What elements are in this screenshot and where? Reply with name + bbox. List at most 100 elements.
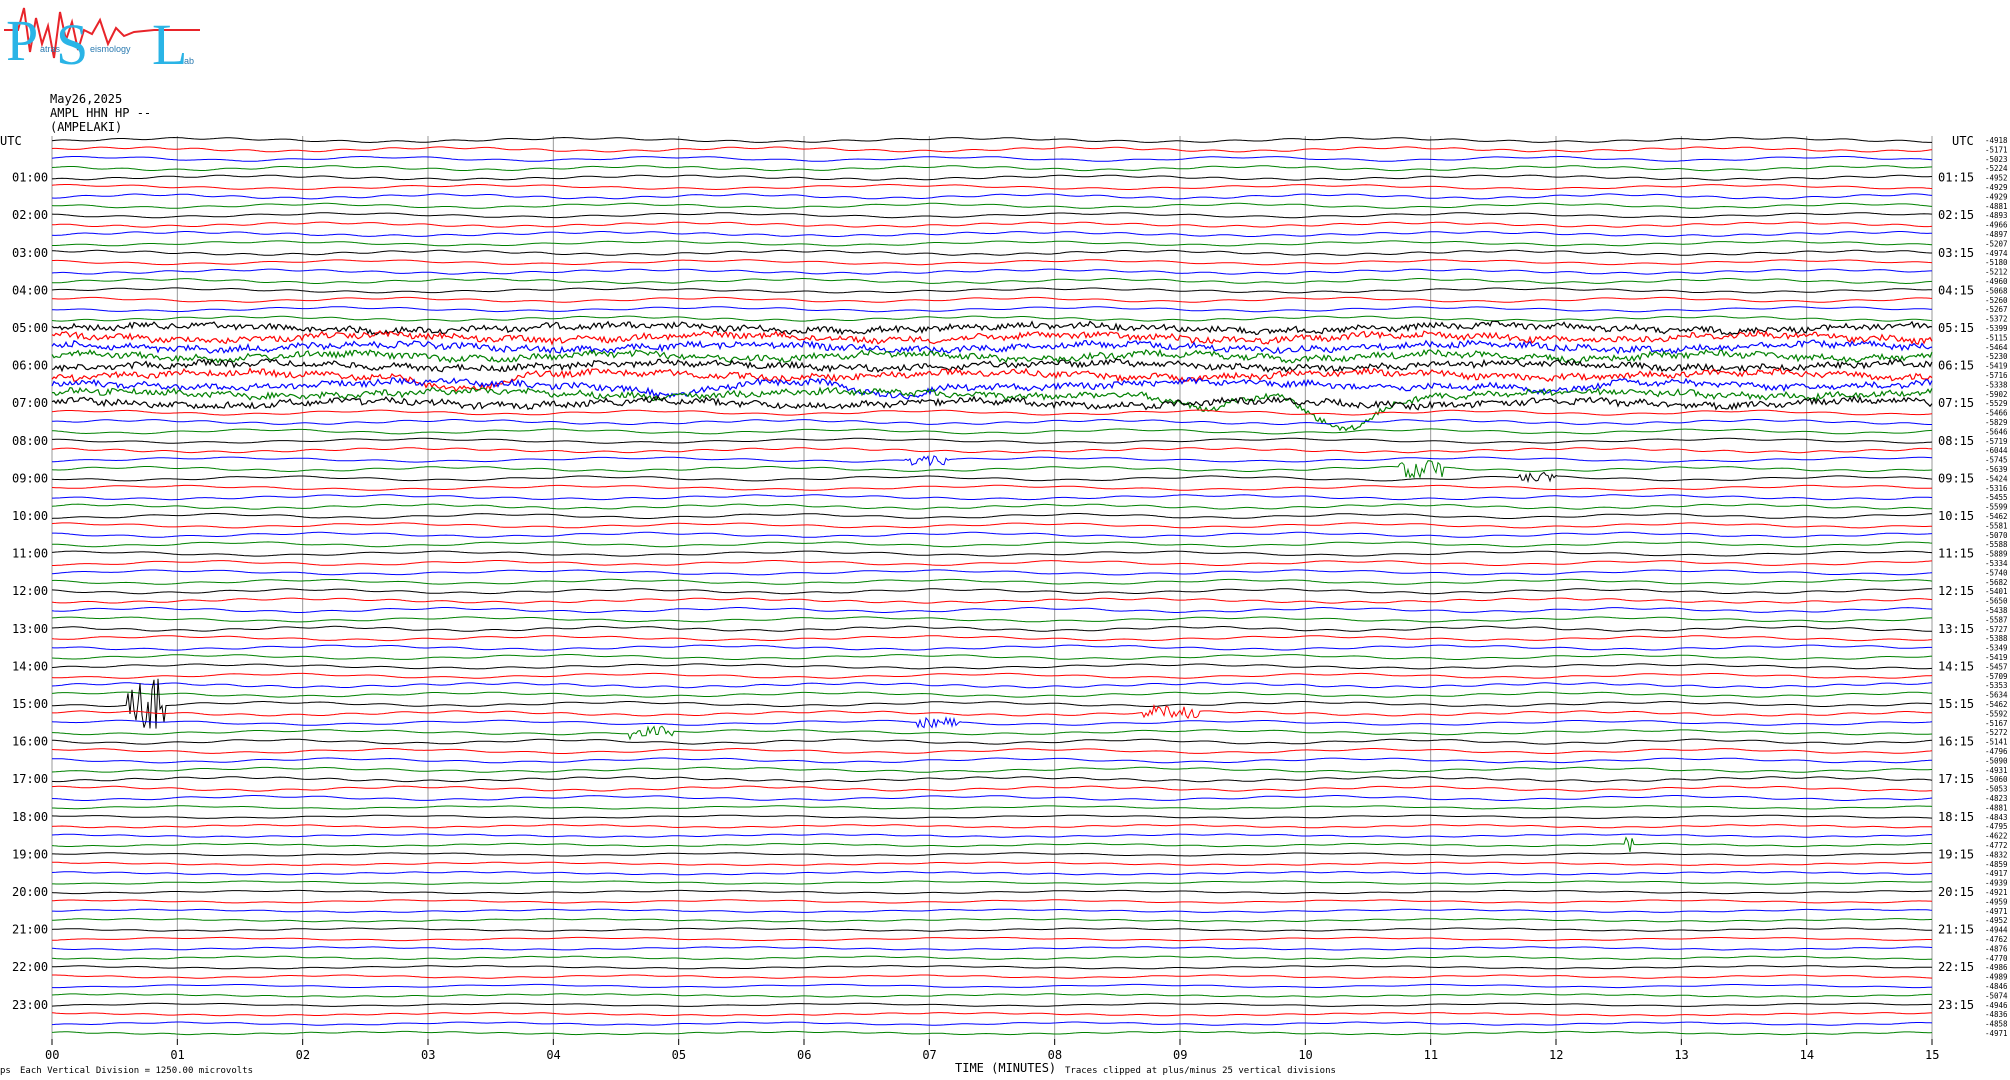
- trace-2: [51, 156, 1933, 162]
- trace-offset-label: -4858: [1985, 1020, 2008, 1029]
- trace-93: [51, 1012, 1932, 1017]
- trace-59: [51, 691, 1933, 698]
- trace-71: [52, 805, 1933, 810]
- trace-offset-label: -5401: [1985, 587, 2008, 596]
- trace-62: [51, 716, 1933, 729]
- trace-offset-label: -4770: [1985, 954, 2008, 963]
- trace-81: [51, 899, 1933, 904]
- trace-28: [51, 395, 1933, 411]
- trace-offset-label: -4989: [1985, 973, 2008, 982]
- trace-offset-label: -5353: [1985, 681, 2008, 690]
- trace-offset-label: -4823: [1985, 794, 2008, 803]
- trace-offset-label: -5719: [1985, 437, 2008, 446]
- x-tick-label: 12: [1549, 1048, 1563, 1062]
- left-hour-label: 21:00: [12, 923, 48, 937]
- trace-55: [51, 654, 1933, 660]
- left-hour-label: 08:00: [12, 434, 48, 448]
- trace-12: [52, 249, 1932, 256]
- minute-gridlines: [51, 136, 1933, 1039]
- trace-31: [51, 428, 1933, 435]
- axis-labels: 01:00 02:00 03:00 04:00 05:00 06:00 07:00 08:00…: [12, 136, 2008, 1062]
- trace-39: [51, 503, 1932, 510]
- trace-offset-label: -4881: [1985, 202, 2008, 211]
- right-hour-label: 08:15: [1938, 434, 1974, 448]
- trace-19: [51, 315, 1933, 322]
- trace-63: [52, 725, 1933, 741]
- trace-offset-label: -5419: [1985, 362, 2008, 371]
- trace-56: [51, 663, 1933, 670]
- trace-30: [51, 419, 1932, 425]
- trace-57: [51, 672, 1933, 679]
- trace-36: [51, 471, 1933, 484]
- trace-offset-label: -5639: [1985, 465, 2008, 474]
- left-hour-label: 09:00: [12, 471, 48, 485]
- trace-17: [51, 296, 1933, 303]
- x-axis-title: TIME (MINUTES): [955, 1061, 1056, 1075]
- trace-offset-label: -5581: [1985, 521, 2008, 530]
- trace-66: [52, 757, 1932, 764]
- trace-offset-label: -5372: [1985, 315, 2008, 324]
- trace-32: [52, 437, 1933, 444]
- trace-offset-label: -5115: [1985, 333, 2008, 342]
- right-hour-label: 18:15: [1938, 810, 1974, 824]
- trace-offset-label: -4971: [1985, 1029, 2008, 1038]
- left-hour-label: 23:00: [12, 998, 48, 1012]
- trace-92: [51, 1002, 1932, 1007]
- trace-80: [51, 889, 1933, 895]
- right-hour-label: 22:15: [1938, 960, 1974, 974]
- right-hour-label: 03:15: [1938, 246, 1974, 260]
- trace-offset-label: -6044: [1985, 446, 2008, 455]
- trace-offset-label: -5272: [1985, 728, 2008, 737]
- trace-54: [51, 644, 1932, 651]
- trace-offset-label: -5424: [1985, 474, 2008, 483]
- trace-offset-label: -4832: [1985, 850, 2008, 859]
- x-tick-label: 05: [672, 1048, 686, 1062]
- trace-74: [51, 833, 1932, 838]
- trace-offset-label: -4917: [1985, 869, 2008, 878]
- trace-43: [52, 541, 1933, 548]
- trace-76: [52, 852, 1933, 857]
- trace-91: [51, 993, 1932, 998]
- trace-offset-label: -4939: [1985, 879, 2008, 888]
- trace-65: [51, 748, 1933, 754]
- x-tick-label: 04: [546, 1048, 560, 1062]
- trace-offset-label: -5230: [1985, 352, 2008, 361]
- trace-89: [52, 974, 1933, 979]
- x-tick-label: 00: [45, 1048, 59, 1062]
- trace-offset-label: -4836: [1985, 1010, 2008, 1019]
- left-hour-label: 02:00: [12, 208, 48, 222]
- trace-offset-label: -4918: [1985, 136, 2008, 145]
- trace-83: [52, 918, 1933, 923]
- trace-offset-label: -4897: [1985, 230, 2008, 239]
- left-hour-label: 12:00: [12, 584, 48, 598]
- trace-offset-label: -5682: [1985, 578, 2008, 587]
- trace-5: [51, 184, 1933, 191]
- trace-offset-label: -5646: [1985, 427, 2008, 436]
- right-hour-label: 10:15: [1938, 509, 1974, 523]
- trace-90: [52, 983, 1933, 989]
- trace-offset-label: -4952: [1985, 916, 2008, 925]
- trace-offset-label: -5457: [1985, 662, 2008, 671]
- right-hour-label: 13:15: [1938, 622, 1974, 636]
- trace-offset-label: -5716: [1985, 371, 2008, 380]
- trace-offset-label: -5207: [1985, 239, 2008, 248]
- trace-offset-label: -5349: [1985, 644, 2008, 653]
- right-hour-label: 09:15: [1938, 471, 1974, 485]
- right-hour-label: 21:15: [1938, 923, 1974, 937]
- trace-41: [51, 522, 1933, 529]
- trace-29: [51, 409, 1933, 416]
- trace-offset-label: -5466: [1985, 409, 2008, 418]
- right-hour-label: 23:15: [1938, 998, 1974, 1012]
- trace-45: [52, 560, 1933, 566]
- trace-offset-label: -4762: [1985, 935, 2008, 944]
- trace-offset-label: -5419: [1985, 653, 2008, 662]
- trace-25: [51, 366, 1933, 393]
- left-hour-label: 06:00: [12, 359, 48, 373]
- trace-49: [51, 597, 1933, 604]
- trace-35: [51, 460, 1933, 479]
- trace-offset-label: -5023: [1985, 155, 2008, 164]
- left-hour-label: 13:00: [12, 622, 48, 636]
- right-hour-label: 19:15: [1938, 847, 1974, 861]
- trace-8: [51, 212, 1933, 219]
- trace-offset-label: -5740: [1985, 568, 2008, 577]
